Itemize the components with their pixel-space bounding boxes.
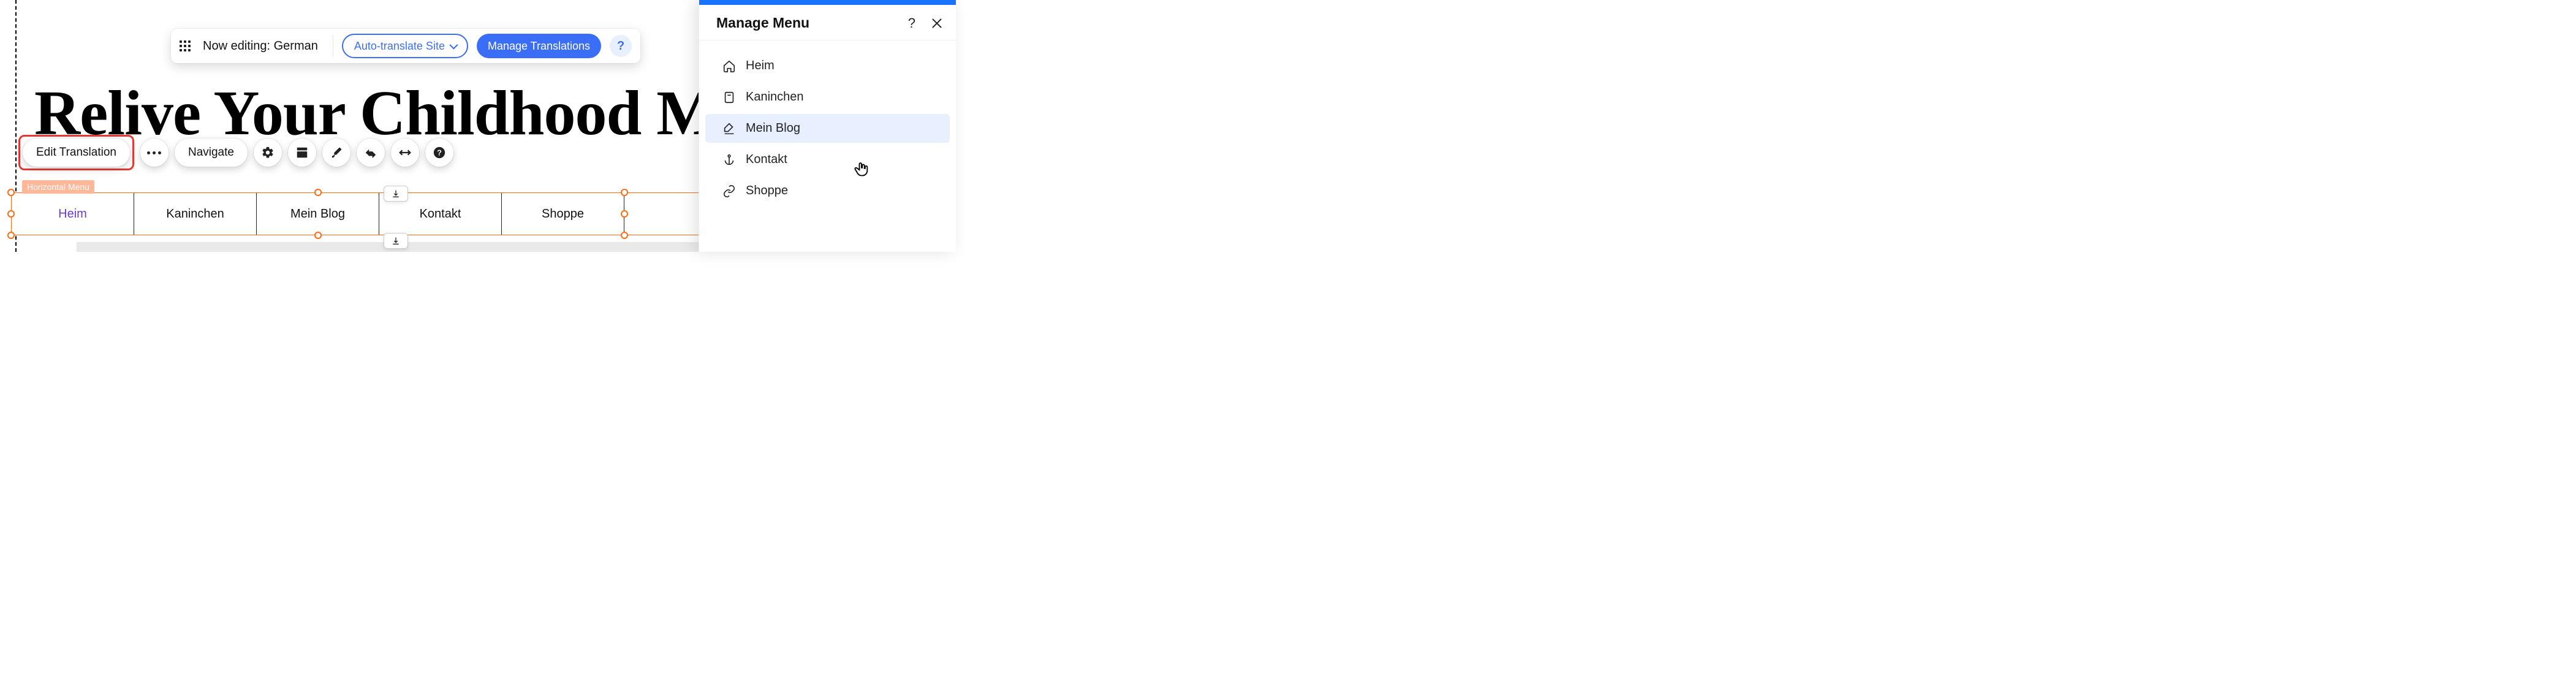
panel-item-shoppe[interactable]: Shoppe	[705, 176, 950, 205]
help-icon: ?	[617, 39, 624, 53]
help-button[interactable]: ?	[610, 35, 632, 57]
cursor-hand-icon	[853, 161, 870, 181]
settings-button[interactable]	[254, 138, 282, 167]
highlight-box: Edit Translation	[18, 135, 134, 170]
resize-handle[interactable]	[621, 232, 628, 239]
element-help-button[interactable]: ?	[425, 138, 453, 167]
home-icon	[722, 59, 736, 73]
anchor-icon	[722, 153, 736, 167]
link-icon	[722, 184, 736, 198]
resize-handle[interactable]	[621, 210, 628, 218]
resize-handle[interactable]	[621, 189, 628, 196]
manage-translations-label: Manage Translations	[488, 40, 590, 53]
panel-item-label: Heim	[746, 59, 775, 73]
panel-title: Manage Menu	[716, 15, 809, 31]
layout-button[interactable]	[288, 138, 316, 167]
menu-item-shoppe[interactable]: Shoppe	[502, 193, 624, 235]
spacing-marker-top[interactable]	[384, 186, 408, 202]
edit-translation-button[interactable]: Edit Translation	[23, 138, 130, 167]
more-icon	[147, 151, 161, 154]
pen-icon	[722, 122, 736, 135]
panel-item-heim[interactable]: Heim	[705, 51, 950, 80]
svg-text:?: ?	[437, 148, 442, 157]
panel-item-label: Shoppe	[746, 184, 788, 198]
menu-item-label: Mein Blog	[290, 207, 345, 221]
resize-handle[interactable]	[314, 232, 322, 239]
drag-handle-icon[interactable]	[180, 40, 191, 51]
menu-item-label: Shoppe	[542, 207, 584, 221]
page-icon	[722, 91, 736, 104]
layout-icon	[295, 146, 309, 159]
element-toolbar: Edit Translation Navigate ?	[18, 135, 453, 170]
resize-handle[interactable]	[7, 232, 15, 239]
translation-toolbar: Now editing: German Auto-translate Site …	[171, 29, 640, 63]
resize-handle[interactable]	[314, 189, 322, 196]
navigate-button[interactable]: Navigate	[175, 138, 248, 167]
arrow-down-bar-icon	[391, 236, 401, 246]
panel-item-kontakt[interactable]: Kontakt	[705, 145, 950, 174]
panel-item-label: Mein Blog	[746, 121, 800, 135]
animation-button[interactable]	[357, 138, 385, 167]
chevron-down-icon	[449, 41, 458, 50]
element-type-tag: Horizontal Menu	[22, 180, 94, 194]
panel-close-button[interactable]	[931, 18, 942, 29]
help-circle-icon: ?	[433, 146, 446, 159]
auto-translate-button[interactable]: Auto-translate Site	[342, 34, 468, 58]
arrow-down-bar-icon	[391, 189, 401, 199]
animation-icon	[364, 146, 377, 159]
panel-item-kaninchen[interactable]: Kaninchen	[705, 83, 950, 112]
panel-item-label: Kaninchen	[746, 90, 804, 104]
panel-help-button[interactable]: ?	[908, 15, 915, 31]
now-editing-label: Now editing: German	[199, 39, 324, 53]
panel-list: Heim Kaninchen Mein Blog Kontakt Shoppe	[699, 40, 956, 216]
edit-translation-label: Edit Translation	[36, 146, 116, 159]
menu-item-mein-blog[interactable]: Mein Blog	[257, 193, 379, 235]
menu-item-kaninchen[interactable]: Kaninchen	[134, 193, 257, 235]
brush-icon	[330, 146, 343, 159]
panel-accent-stripe	[699, 0, 956, 5]
panel-item-mein-blog[interactable]: Mein Blog	[705, 114, 950, 143]
design-button[interactable]	[322, 138, 350, 167]
gear-icon	[261, 146, 275, 159]
resize-handle[interactable]	[7, 210, 15, 218]
panel-item-label: Kontakt	[746, 153, 787, 167]
more-button[interactable]	[140, 138, 169, 167]
manage-translations-button[interactable]: Manage Translations	[477, 34, 601, 58]
menu-item-heim[interactable]: Heim	[12, 193, 134, 235]
stretch-icon	[398, 146, 412, 159]
menu-item-label: Kontakt	[420, 207, 461, 221]
menu-item-label: Kaninchen	[166, 207, 224, 221]
resize-handle[interactable]	[7, 189, 15, 196]
auto-translate-label: Auto-translate Site	[354, 40, 445, 53]
navigate-label: Navigate	[188, 146, 234, 159]
manage-menu-panel: Manage Menu ? Heim Kaninchen Mein Blog K…	[699, 0, 956, 252]
stretch-button[interactable]	[391, 138, 419, 167]
panel-header: Manage Menu ?	[699, 5, 956, 40]
spacing-marker-bottom[interactable]	[384, 233, 408, 249]
menu-item-label: Heim	[58, 207, 87, 221]
